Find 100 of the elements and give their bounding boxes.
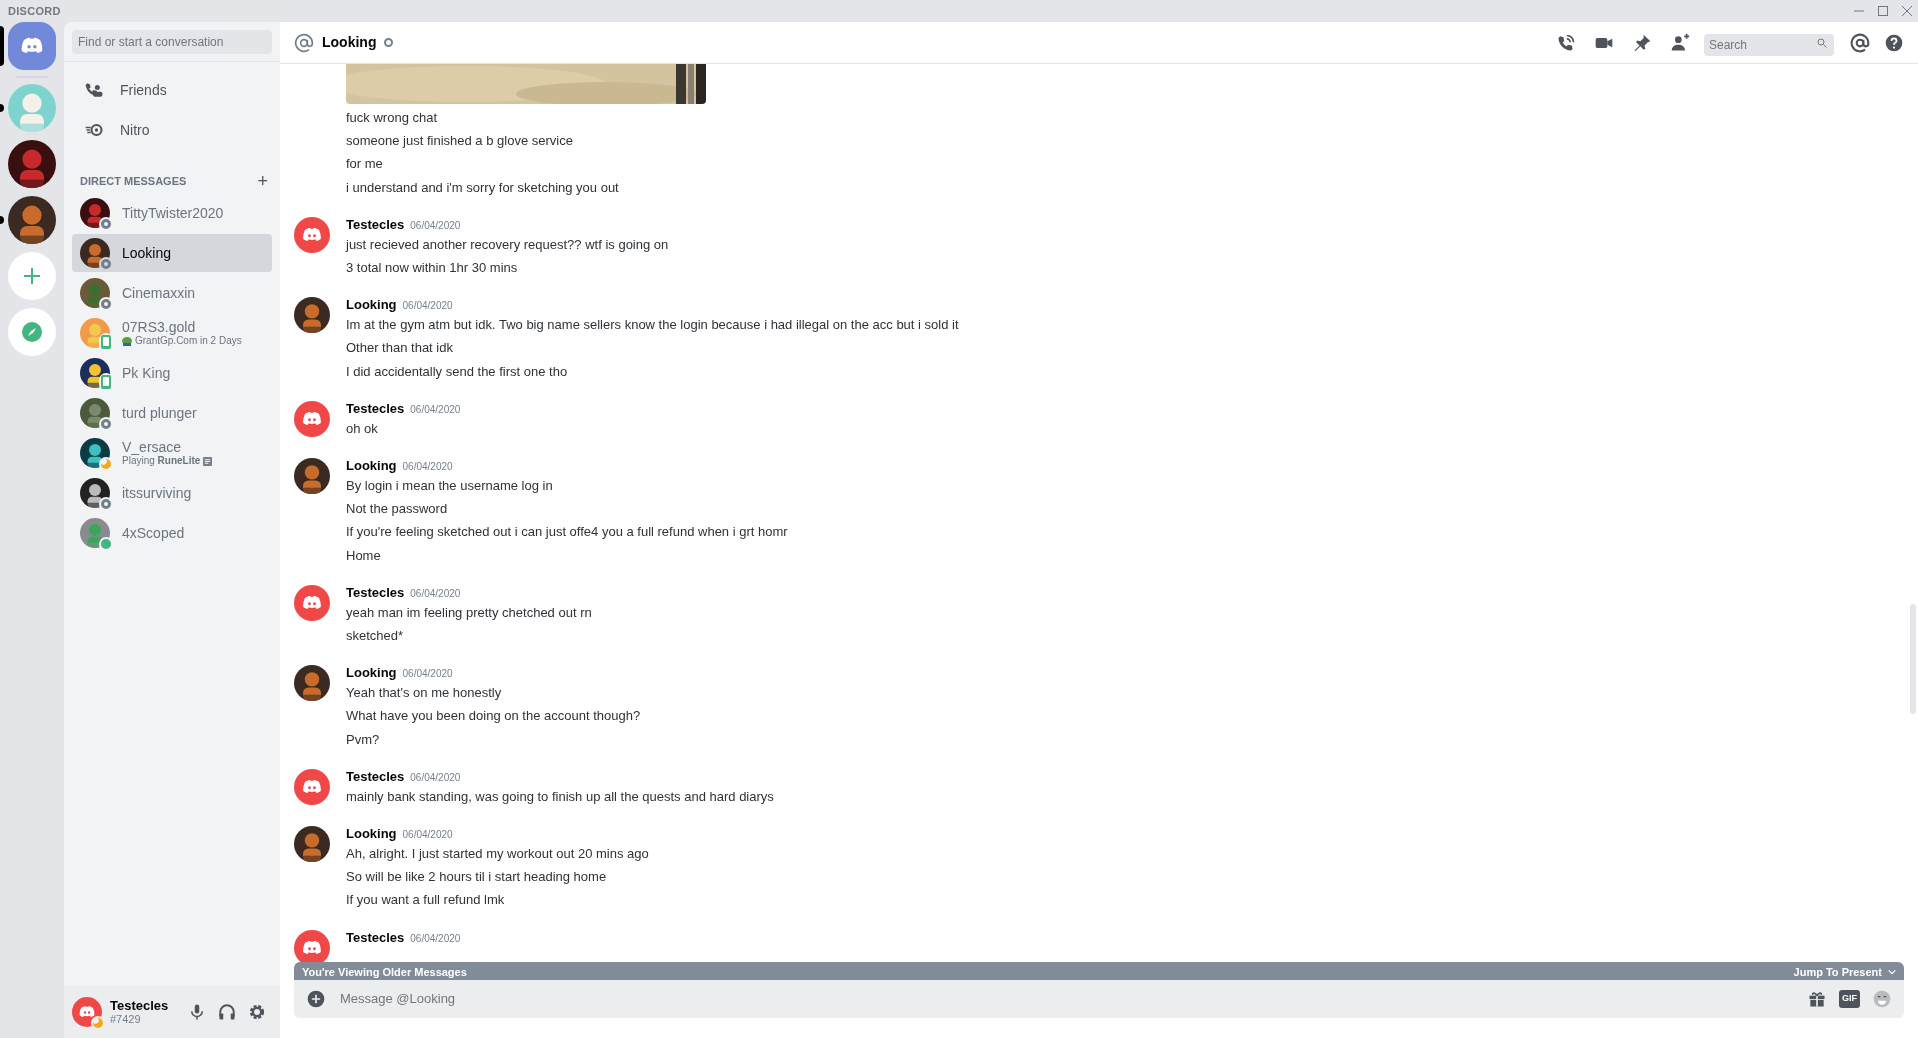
dm-item[interactable]: Cinemaxxin: [72, 274, 272, 312]
explore-button[interactable]: [8, 308, 56, 356]
message-timestamp: 06/04/2020: [402, 299, 453, 314]
dm-name: turd plunger: [122, 405, 197, 421]
message-text: Yeah that's on me honestly: [346, 684, 503, 703]
maximize-icon[interactable]: [1878, 6, 1888, 16]
dm-item[interactable]: Pk King: [72, 354, 272, 392]
create-dm-button[interactable]: +: [257, 172, 268, 190]
mention-icon[interactable]: [1850, 32, 1870, 53]
message-text: sketched*: [346, 627, 405, 646]
author-name[interactable]: Looking: [346, 824, 397, 844]
dm-name: 4xScoped: [122, 525, 185, 541]
username: Testecles: [110, 998, 170, 1013]
close-icon[interactable]: [1902, 6, 1912, 16]
add-server-button[interactable]: [8, 252, 56, 300]
compass-icon: [22, 322, 42, 342]
author-name[interactable]: Testecles: [346, 214, 405, 235]
message-input[interactable]: Message @Looking GIF: [294, 980, 1904, 1018]
headphones-icon[interactable]: [218, 1003, 236, 1021]
rich-presence-icon: [203, 456, 213, 466]
add-user-icon[interactable]: [1670, 32, 1690, 53]
at-sign-icon: [294, 32, 314, 53]
banner-text: You're Viewing Older Messages: [302, 964, 467, 980]
message-field[interactable]: Message @Looking: [340, 989, 1793, 1009]
gift-icon[interactable]: [1807, 989, 1827, 1009]
phone-call-icon[interactable]: [1556, 32, 1576, 53]
message-text: Other than that idk: [346, 339, 454, 358]
message-text: If you're feeling sketched out i can just offe4 you a full refund when i grt homr: [346, 523, 788, 542]
author-name[interactable]: Testecles: [346, 398, 405, 419]
author-name[interactable]: Looking: [346, 456, 397, 476]
message-timestamp: 06/04/2020: [402, 460, 453, 475]
pin-icon[interactable]: [1632, 32, 1652, 53]
dm-name: Pk King: [122, 365, 171, 381]
message-text: What have you been doing on the account though?: [346, 707, 641, 726]
message-timestamp: 06/04/2020: [410, 218, 461, 233]
user-tag: #7429: [110, 1013, 180, 1026]
message-text: Pvm?: [346, 730, 381, 749]
dm-item[interactable]: Looking: [72, 234, 272, 272]
author-avatar[interactable]: [294, 826, 330, 863]
smiley-icon[interactable]: [1872, 989, 1892, 1009]
message-text: If you want a full refund lmk: [346, 891, 506, 910]
plus-icon: [22, 266, 42, 286]
settings-icon[interactable]: [248, 1003, 266, 1021]
author-name[interactable]: Testecles: [346, 927, 405, 948]
channel-title: Looking: [322, 33, 377, 52]
server-button[interactable]: [8, 196, 56, 244]
dm-item[interactable]: V_ersace Playing RuneLite: [72, 434, 272, 472]
user-avatar[interactable]: [72, 997, 102, 1027]
message-text: mainly bank standing, was going to finish up all the quests and hard diarys: [346, 787, 774, 806]
message-text: Not the password: [346, 500, 449, 519]
message-timestamp: 06/04/2020: [402, 667, 453, 682]
activity-text: Playing RuneLite: [122, 455, 201, 467]
dm-item[interactable]: turd plunger: [72, 394, 272, 432]
author-name[interactable]: Testecles: [346, 766, 405, 787]
nav-item[interactable]: Nitro: [72, 110, 272, 150]
author-name[interactable]: Looking: [346, 663, 397, 683]
search-field[interactable]: Search: [1704, 33, 1834, 56]
nav-item[interactable]: Friends: [72, 70, 272, 110]
message-text: 3 total now within 1hr 30 mins: [346, 259, 519, 277]
person-wave-icon: [84, 80, 104, 100]
chevron-down-icon: [1888, 968, 1896, 976]
dm-item[interactable]: 4xScoped: [72, 514, 272, 552]
author-avatar[interactable]: [294, 297, 330, 334]
microphone-icon[interactable]: [188, 1003, 206, 1021]
section-heading: DIRECT MESSAGES: [80, 173, 187, 189]
message-text: just recieved another recovery request?? wtf is going on: [346, 235, 669, 254]
add-attachment-icon[interactable]: [306, 989, 326, 1009]
dm-item[interactable]: 07RS3.gold GrantGp.Com in 2 Days: [72, 314, 272, 352]
message-text: I did accidentally send the first one tho: [346, 362, 569, 381]
dm-name: Looking: [122, 245, 172, 261]
author-avatar[interactable]: [294, 665, 330, 702]
message-text: someone just finished a b glove service: [346, 132, 574, 151]
server-button[interactable]: [8, 140, 56, 188]
message-text: oh ok: [346, 419, 379, 438]
author-name[interactable]: Testecles: [346, 582, 405, 603]
message-text: By login i mean the username log in: [346, 477, 554, 496]
help-icon[interactable]: [1884, 32, 1904, 53]
home-button[interactable]: [8, 22, 56, 70]
activity-text: GrantGp.Com in 2 Days: [135, 335, 242, 347]
author-name[interactable]: Looking: [346, 295, 397, 315]
message-text: So will be like 2 hours til i start heading home: [346, 868, 608, 887]
message-text: Home: [346, 546, 382, 565]
message-text: Im at the gym atm but idk. Two big name sellers know the login because i had illegal on the acc but i sold it: [346, 316, 959, 335]
message-timestamp: 06/04/2020: [410, 402, 461, 417]
conversation-search-field[interactable]: Find or start a conversation: [72, 29, 272, 54]
dm-name: V_ersace: [122, 439, 183, 455]
message-timestamp: 06/04/2020: [402, 828, 453, 843]
search-icon: [1816, 36, 1828, 49]
app-title: DISCORD: [8, 3, 61, 19]
dm-name: 07RS3.gold: [122, 319, 197, 335]
gif-button[interactable]: GIF: [1839, 990, 1860, 1008]
dm-name: Cinemaxxin: [122, 285, 196, 301]
message-text: yeah man im feeling pretty chetched out rn: [346, 603, 592, 622]
message-text: for me: [346, 155, 384, 174]
scrollbar-thumb[interactable]: [1910, 604, 1916, 714]
author-avatar[interactable]: [294, 458, 330, 495]
dm-name: TittyTwister2020: [122, 205, 224, 221]
message-text: fuck wrong chat: [346, 109, 439, 127]
dm-item[interactable]: TittyTwister2020: [72, 194, 272, 232]
dm-item[interactable]: itssurviving: [72, 474, 272, 512]
